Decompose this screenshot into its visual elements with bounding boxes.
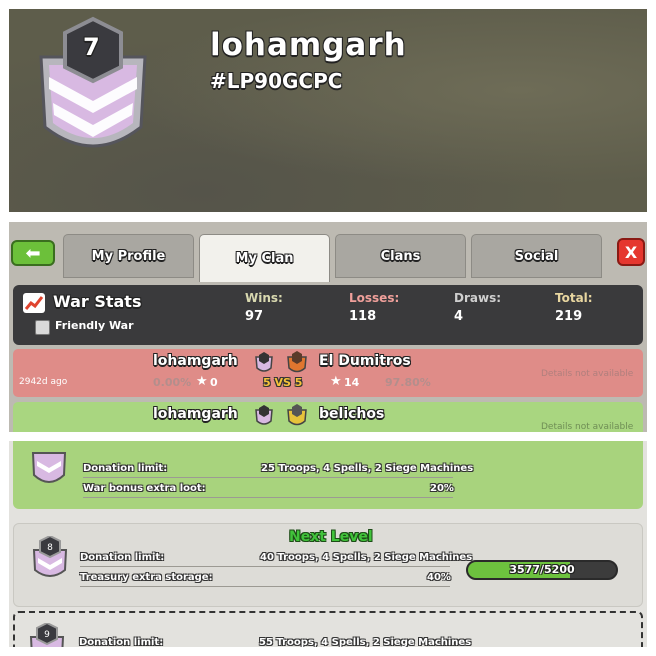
- clan-badge-icon: 9: [29, 623, 65, 647]
- draws-label: Draws:: [454, 291, 502, 305]
- home-clan-badge-icon: [255, 352, 273, 372]
- donation-limit-value: 25 Troops, 4 Spells, 2 Siege Machines: [261, 463, 474, 474]
- donation-limit-label: Donation limit:: [80, 552, 165, 563]
- donation-limit-value: 40 Troops, 4 Spells, 2 Siege Machines: [260, 552, 473, 563]
- opponent-clan-badge-icon: [287, 351, 307, 373]
- donation-limit-value: 55 Troops, 4 Spells, 2 Siege Machines: [259, 637, 472, 647]
- clan-header-panel: 7 lohamgarh #LP90GCPC: [9, 9, 647, 212]
- home-clan-badge-icon: [255, 405, 273, 425]
- clan-badge-icon: [31, 452, 67, 483]
- war-log-entry[interactable]: lohamgarh El Dumitros 2942d ago 0.00% ★ …: [13, 349, 643, 397]
- clan-xp-progress-bar: 3577/5200: [466, 560, 618, 580]
- donation-limit-label: Donation limit:: [79, 637, 164, 647]
- star-icon: ★: [330, 374, 342, 389]
- treasury-storage-label: Treasury extra storage:: [80, 572, 213, 583]
- losses-value: 118: [349, 309, 377, 324]
- close-button[interactable]: X: [617, 238, 645, 266]
- level-row-8: Next Level 8 Donation limit: 40 Troops, …: [13, 523, 643, 607]
- home-clan-name: lohamgarh: [153, 406, 238, 422]
- war-time-ago: 2942d ago: [19, 377, 68, 387]
- war-log-entry[interactable]: lohamgarh belichos Details not available: [13, 402, 643, 432]
- home-destruction-percent: 0.00%: [153, 376, 192, 389]
- total-label: Total:: [555, 291, 593, 305]
- total-value: 219: [555, 309, 583, 324]
- tab-my-clan[interactable]: My Clan: [199, 234, 330, 282]
- wins-label: Wins:: [245, 291, 283, 305]
- star-icon: ★: [196, 374, 208, 389]
- home-clan-name: lohamgarh: [153, 353, 238, 369]
- level-9-number: 9: [44, 630, 50, 640]
- clan-perks-panel: Donation limit: 25 Troops, 4 Spells, 2 S…: [9, 441, 647, 647]
- tab-social[interactable]: Social: [471, 234, 602, 278]
- chart-icon: [23, 293, 45, 313]
- clan-badge-icon: 8: [32, 536, 68, 577]
- opponent-clan-name: belichos: [319, 406, 385, 422]
- details-status: Details not available: [541, 369, 634, 379]
- war-log-panel: ⬅ My Profile My Clan Clans Social X War …: [9, 222, 647, 432]
- draws-value: 4: [454, 309, 464, 324]
- war-stats-title: War Stats: [53, 292, 142, 311]
- back-button[interactable]: ⬅: [11, 240, 55, 266]
- home-stars: 0: [210, 376, 218, 389]
- level-row-9: 9 Donation limit: 55 Troops, 4 Spells, 2…: [13, 611, 643, 647]
- donation-limit-label: Donation limit:: [83, 463, 168, 474]
- war-bonus-label: War bonus extra loot:: [83, 483, 206, 494]
- clan-xp-progress-text: 3577/5200: [509, 563, 575, 576]
- opponent-clan-badge-icon: [287, 404, 307, 426]
- treasury-storage-value: 40%: [427, 572, 451, 583]
- clan-name: lohamgarh: [210, 27, 407, 63]
- wins-value: 97: [245, 309, 264, 324]
- war-bonus-value: 20%: [430, 483, 454, 494]
- war-stats-bar: War Stats Friendly War Wins: 97 Losses: …: [13, 285, 643, 345]
- opponent-clan-name: El Dumitros: [319, 353, 411, 369]
- tab-clans[interactable]: Clans: [335, 234, 466, 278]
- tab-my-profile[interactable]: My Profile: [63, 234, 194, 278]
- details-status: Details not available: [541, 422, 634, 432]
- opponent-stars: 14: [344, 376, 360, 389]
- losses-label: Losses:: [349, 291, 400, 305]
- level-row-7: Donation limit: 25 Troops, 4 Spells, 2 S…: [13, 441, 643, 509]
- next-level-heading: Next Level: [289, 529, 373, 545]
- opponent-destruction-percent: 97.80%: [385, 376, 431, 389]
- friendly-war-label: Friendly War: [55, 319, 134, 332]
- arrow-left-icon: ⬅: [25, 242, 41, 264]
- level-8-number: 8: [47, 543, 53, 553]
- war-size: 5 VS 5: [263, 376, 303, 389]
- clan-level-number: 7: [83, 33, 100, 61]
- friendly-war-checkbox[interactable]: [35, 320, 50, 335]
- clan-tag[interactable]: #LP90GCPC: [210, 69, 342, 93]
